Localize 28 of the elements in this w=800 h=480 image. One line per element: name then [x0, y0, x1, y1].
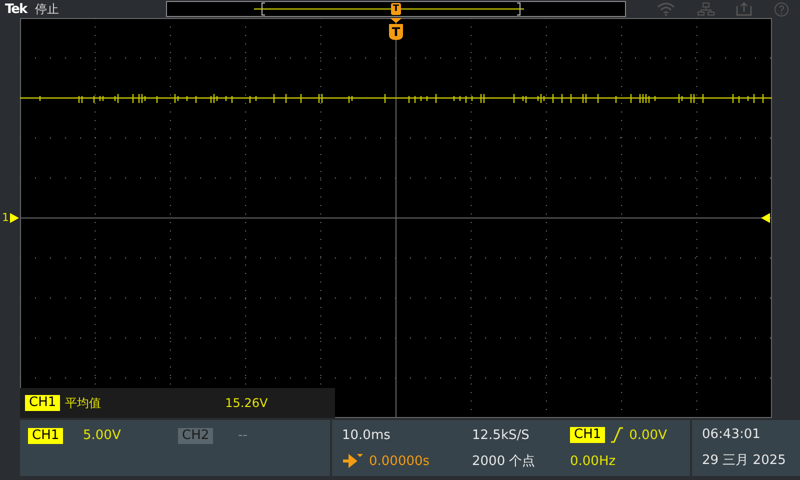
- channel-badge[interactable]: CH1: [28, 428, 64, 444]
- sample-rate: 12.5kS/S: [472, 428, 530, 442]
- clock-date: 29 三月 2025: [702, 452, 787, 470]
- time-scale: 10.0ms: [342, 428, 390, 442]
- measurement-value: 15.26V: [225, 396, 268, 410]
- channel-scale: 5.00V: [83, 428, 121, 444]
- trigger-level-marker-icon[interactable]: [761, 213, 770, 223]
- trigger-source: CH1: [570, 427, 606, 443]
- position-arrow-icon: [342, 453, 364, 469]
- measurement-source: CH1: [25, 395, 60, 411]
- help-icon[interactable]: [774, 2, 790, 16]
- acquisition-status: 停止: [35, 0, 60, 18]
- trigger-level: 0.00V: [629, 428, 667, 442]
- rising-edge-icon: [610, 427, 624, 443]
- channel-scale: --: [238, 428, 248, 444]
- trigger-frequency: 0.00Hz: [570, 454, 616, 468]
- clock-time: 06:43:01: [702, 426, 762, 442]
- brand-logo: Tek: [5, 2, 28, 16]
- horizontal-position: 0.00000s: [369, 454, 430, 468]
- trigger-position-marker: T: [391, 2, 401, 14]
- network-icon[interactable]: [696, 2, 715, 16]
- trigger-marker[interactable]: T: [389, 18, 403, 40]
- measurement-name: 平均值: [65, 394, 102, 412]
- channel-number: 1: [2, 211, 9, 224]
- wifi-icon[interactable]: [656, 2, 675, 16]
- record-length: 2000 个点: [472, 453, 536, 470]
- export-icon[interactable]: [736, 2, 752, 16]
- channel-marker-icon[interactable]: [10, 212, 19, 222]
